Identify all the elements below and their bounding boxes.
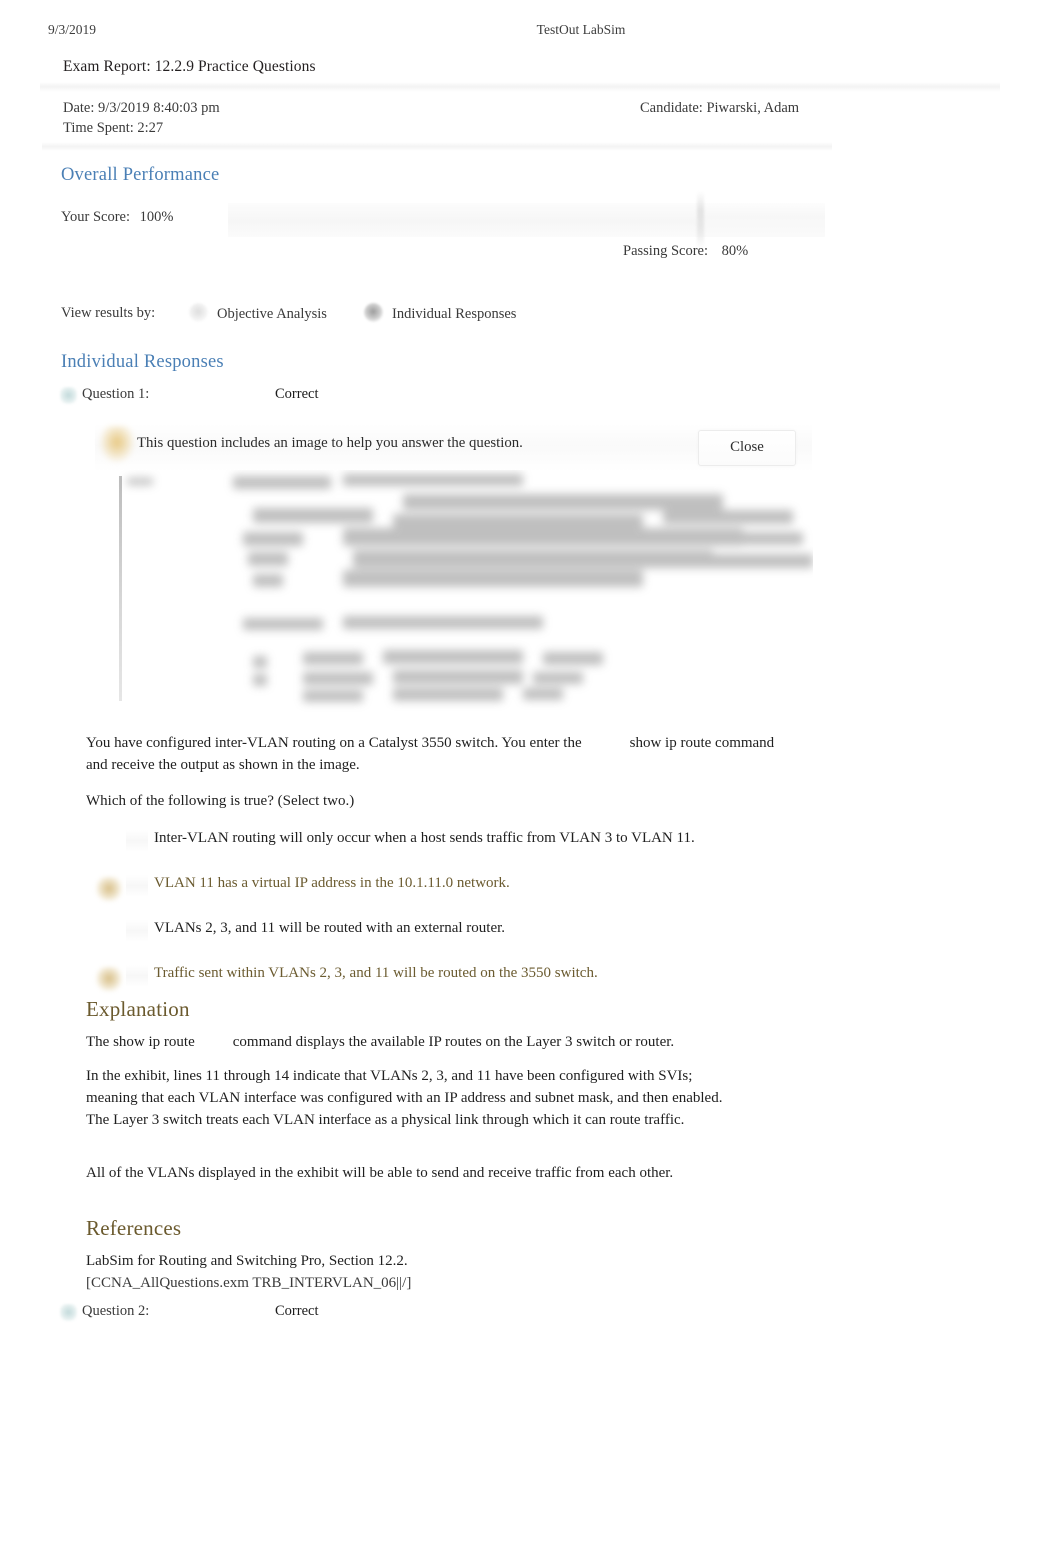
warning-icon: [100, 426, 134, 462]
status-badge: Correct: [275, 1303, 319, 1319]
close-button[interactable]: Close: [698, 430, 796, 466]
your-score-row: Your Score: 100%: [61, 209, 174, 226]
explanation-heading: Explanation: [86, 997, 190, 1021]
references-heading: References: [86, 1216, 182, 1240]
answer-option-correct[interactable]: VLAN 11 has a virtual IP address in the …: [96, 871, 816, 916]
view-results-label: View results by:: [61, 305, 156, 321]
title-divider: [40, 82, 1000, 92]
reference-line-2: [CCNA_AllQuestions.exm TRB_INTERVLAN_06|…: [86, 1275, 412, 1291]
question-stem: You have configured inter-VLAN routing o…: [86, 732, 786, 826]
print-header: 9/3/2019 TestOut LabSim: [0, 22, 1062, 42]
explanation-p1-after: command displays the available IP routes…: [232, 1034, 675, 1050]
explanation-p1-before: The: [86, 1034, 110, 1050]
status-badge: Correct: [275, 386, 319, 402]
answer-checkbox[interactable]: [126, 920, 148, 942]
image-notice-text: This question includes an image to help …: [137, 435, 523, 451]
answer-checkbox-checked[interactable]: [126, 875, 148, 897]
score-progress-bar: [228, 191, 825, 249]
references-block: LabSim for Routing and Switching Pro, Se…: [86, 1250, 746, 1294]
your-score-label: Your Score:: [61, 209, 131, 225]
candidate-name: Candidate: Piwarski, Adam: [640, 100, 800, 116]
answer-text: VLAN 11 has a virtual IP address in the …: [154, 875, 510, 891]
app-title: TestOut LabSim: [536, 22, 626, 37]
page-title: Exam Report: 12.2.9 Practice Questions: [63, 58, 316, 75]
explanation-paragraph-2: In the exhibit, lines 11 through 14 indi…: [86, 1068, 723, 1128]
answer-option[interactable]: VLANs 2, 3, and 11 will be routed with a…: [96, 916, 816, 961]
exhibit-blurred-content: [103, 470, 813, 715]
radio-label: Individual Responses: [392, 306, 517, 322]
answer-option-correct[interactable]: Traffic sent within VLANs 2, 3, and 11 w…: [96, 961, 816, 1006]
report-date: Date: 9/3/2019 8:40:03 pm: [63, 100, 220, 116]
explanation-paragraph-3: All of the VLANs displayed in the exhibi…: [86, 1165, 674, 1181]
exam-report-page: 9/3/2019 TestOut LabSim Exam Report: 12.…: [0, 0, 1062, 1561]
question-status-icon: [60, 387, 77, 404]
answer-checkbox[interactable]: [126, 830, 148, 852]
radio-button-selected-icon[interactable]: [364, 303, 383, 322]
explanation-paragraph-1: The show ip route command displays the av…: [86, 1031, 766, 1053]
stem-part1: You have configured inter-VLAN routing o…: [86, 735, 582, 751]
radio-button-icon[interactable]: [189, 303, 208, 322]
question-label: Question 2:: [82, 1303, 150, 1319]
answer-marker-icon: [96, 832, 122, 856]
radio-label: Objective Analysis: [217, 306, 327, 322]
answer-text: VLANs 2, 3, and 11 will be routed with a…: [154, 920, 506, 936]
answer-text: Traffic sent within VLANs 2, 3, and 11 w…: [154, 965, 598, 981]
meta-divider: [42, 142, 832, 151]
question-prompt: Which of the following is true? (Select …: [86, 793, 355, 809]
correct-marker-icon: [96, 877, 122, 901]
passing-score-marker: [696, 191, 704, 249]
passing-score-label: Passing Score:: [623, 243, 708, 259]
view-results-by: View results by: Objective Analysis Indi…: [61, 303, 861, 337]
question-label: Question 1:: [82, 386, 150, 402]
stem-command: show ip route: [629, 735, 712, 751]
answer-checkbox-checked[interactable]: [126, 965, 148, 987]
exhibit-image: [103, 470, 813, 715]
image-notice-bar: This question includes an image to help …: [95, 424, 812, 472]
stem-paragraph: You have configured inter-VLAN routing o…: [86, 732, 786, 776]
correct-marker-icon: [96, 967, 122, 991]
answer-option[interactable]: Inter-VLAN routing will only occur when …: [96, 826, 816, 871]
question-status-icon: [60, 1304, 77, 1321]
radio-individual-responses[interactable]: Individual Responses: [364, 303, 516, 322]
score-progress-fill: [228, 203, 697, 237]
passing-score-row: Passing Score: 80%: [623, 243, 748, 260]
overall-performance-heading: Overall Performance: [61, 165, 220, 185]
your-score-value: 100%: [139, 209, 174, 225]
answer-text: Inter-VLAN routing will only occur when …: [154, 830, 695, 846]
radio-objective-analysis[interactable]: Objective Analysis: [189, 303, 327, 322]
explanation-command: show ip route: [113, 1034, 195, 1050]
answer-options-list: Inter-VLAN routing will only occur when …: [96, 826, 816, 1006]
individual-responses-heading: Individual Responses: [61, 352, 224, 372]
time-spent: Time Spent: 2:27: [63, 120, 164, 136]
answer-marker-icon: [96, 922, 122, 946]
passing-score-value: 80%: [721, 243, 749, 259]
reference-line-1: LabSim for Routing and Switching Pro, Se…: [86, 1253, 408, 1269]
